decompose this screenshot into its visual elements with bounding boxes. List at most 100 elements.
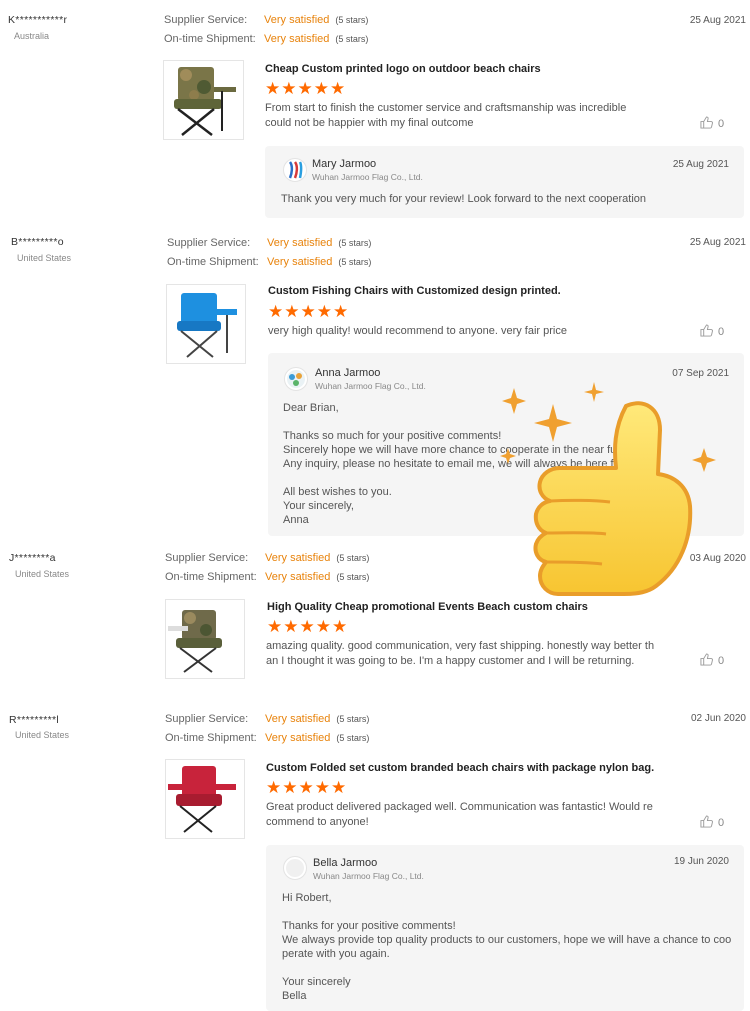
- rating-value: Very satisfied: [265, 732, 331, 744]
- camo-chair-image: [168, 610, 222, 673]
- reply-author: Mary Jarmoo: [312, 158, 377, 170]
- supplier-service-rating: Supplier Service: Very satisfied (5 stars): [165, 713, 369, 725]
- rating-stars-text: (5 stars): [335, 15, 369, 25]
- like-count: 0: [718, 118, 725, 130]
- product-title[interactable]: High Quality Cheap promotional Events Be…: [267, 601, 588, 613]
- flag-logo-icon: [288, 161, 303, 179]
- review-date: 25 Aug 2021: [689, 237, 746, 248]
- star-rating: ★★★★★: [268, 302, 350, 321]
- reply-date: 25 Aug 2021: [672, 159, 729, 170]
- blue-chair-image: [177, 293, 237, 358]
- red-chair-image: [168, 766, 236, 833]
- rating-value: Very satisfied: [265, 552, 331, 564]
- rating-stars-text: (5 stars): [336, 553, 370, 563]
- review-date: 25 Aug 2021: [689, 15, 746, 26]
- rating-value: Very satisfied: [264, 33, 330, 45]
- like-count: 0: [718, 817, 725, 829]
- rating-stars-text: (5 stars): [336, 572, 370, 582]
- reply-author: Bella Jarmoo: [313, 857, 378, 869]
- shipment-rating: On-time Shipment: Very satisfied (5 stars): [164, 33, 368, 45]
- rating-value: Very satisfied: [267, 237, 333, 249]
- reply-avatar: [283, 158, 307, 182]
- product-title[interactable]: Cheap Custom printed logo on outdoor bea…: [265, 63, 541, 75]
- reply-author: Anna Jarmoo: [315, 367, 381, 379]
- company-logo-icon: [287, 370, 305, 388]
- supplier-reply: Bella Jarmoo Wuhan Jarmoo Flag Co., Ltd.…: [266, 845, 744, 1011]
- supplier-service-rating: Supplier Service: Very satisfied (5 stars): [165, 552, 369, 564]
- like-count: 0: [718, 326, 725, 338]
- like-button[interactable]: 0: [700, 324, 724, 340]
- rating-value: Very satisfied: [265, 571, 331, 583]
- shipment-rating: On-time Shipment: Very satisfied (5 stars): [165, 732, 369, 744]
- reply-text: Dear Brian, Thanks so much for your posi…: [283, 402, 651, 526]
- review-comment: Great product delivered packaged well. C…: [266, 801, 653, 828]
- thumbs-up-icon: [700, 815, 713, 831]
- shipment-label: On-time Shipment:: [164, 33, 256, 45]
- rating-value: Very satisfied: [267, 256, 333, 268]
- reply-date: 07 Sep 2021: [672, 368, 729, 379]
- reply-avatar: [283, 856, 307, 880]
- supplier-service-label: Supplier Service:: [165, 552, 249, 564]
- product-title[interactable]: Custom Folded set custom branded beach c…: [266, 762, 654, 774]
- shipment-rating: On-time Shipment: Very satisfied (5 stars): [167, 256, 371, 268]
- review-comment: very high quality! would recommend to an…: [268, 325, 567, 337]
- star-rating: ★★★★★: [267, 617, 349, 636]
- supplier-service-label: Supplier Service:: [164, 14, 248, 26]
- shipment-label: On-time Shipment:: [165, 571, 257, 583]
- rating-stars-text: (5 stars): [338, 257, 372, 267]
- like-button[interactable]: 0: [700, 653, 724, 669]
- avatar-placeholder-icon: [286, 859, 304, 877]
- supplier-service-label: Supplier Service:: [167, 237, 251, 249]
- review-comment: From start to finish the customer servic…: [265, 102, 627, 129]
- like-count: 0: [718, 655, 725, 667]
- product-thumbnail[interactable]: [165, 759, 245, 839]
- supplier-reply: Mary Jarmoo Wuhan Jarmoo Flag Co., Ltd. …: [265, 146, 744, 218]
- reviewer-country: United States: [15, 569, 70, 579]
- reply-company: Wuhan Jarmoo Flag Co., Ltd.: [313, 871, 424, 881]
- product-title[interactable]: Custom Fishing Chairs with Customized de…: [268, 285, 561, 297]
- reviewer-country: United States: [15, 730, 70, 740]
- supplier-service-rating: Supplier Service: Very satisfied (5 stars): [164, 14, 368, 26]
- supplier-service-label: Supplier Service:: [165, 713, 249, 725]
- rating-stars-text: (5 stars): [336, 714, 370, 724]
- review-item: K***********r Australia Supplier Service…: [0, 0, 750, 225]
- reviewer-country: United States: [17, 253, 72, 263]
- review-item: B*********o United States Supplier Servi…: [0, 222, 750, 542]
- rating-stars-text: (5 stars): [336, 733, 370, 743]
- reviewer-name: R*********l: [9, 714, 59, 726]
- star-rating: ★★★★★: [266, 778, 348, 797]
- product-thumbnail[interactable]: [165, 599, 245, 679]
- camo-chair-image: [174, 67, 236, 136]
- reply-text: Thank you very much for your review! Loo…: [281, 193, 647, 205]
- review-item: R*********l United States Supplier Servi…: [0, 699, 750, 1011]
- reply-date: 19 Jun 2020: [673, 856, 729, 867]
- reviewer-country: Australia: [14, 31, 50, 41]
- review-date: 03 Aug 2020: [689, 553, 746, 564]
- shipment-label: On-time Shipment:: [167, 256, 259, 268]
- review-date: 02 Jun 2020: [690, 713, 746, 724]
- rating-value: Very satisfied: [264, 14, 330, 26]
- reply-text: Hi Robert, Thanks for your positive comm…: [282, 892, 732, 1002]
- shipment-rating: On-time Shipment: Very satisfied (5 stars): [165, 571, 369, 583]
- review-comment: amazing quality. good communication, ver…: [266, 640, 655, 667]
- star-rating: ★★★★★: [265, 79, 347, 98]
- review-item: J********a United States Supplier Servic…: [0, 537, 750, 697]
- reply-company: Wuhan Jarmoo Flag Co., Ltd.: [312, 172, 423, 182]
- thumbs-up-icon: [700, 116, 713, 132]
- like-button[interactable]: 0: [700, 116, 724, 132]
- reply-company: Wuhan Jarmoo Flag Co., Ltd.: [315, 381, 426, 391]
- rating-value: Very satisfied: [265, 713, 331, 725]
- product-thumbnail[interactable]: [166, 284, 246, 364]
- like-button[interactable]: 0: [700, 815, 724, 831]
- rating-stars-text: (5 stars): [338, 238, 372, 248]
- rating-stars-text: (5 stars): [335, 34, 369, 44]
- reviewer-name: B*********o: [11, 236, 64, 248]
- product-thumbnail[interactable]: [163, 60, 244, 140]
- reviewer-name: J********a: [9, 552, 56, 564]
- reviewer-name: K***********r: [8, 14, 68, 26]
- shipment-label: On-time Shipment:: [165, 732, 257, 744]
- supplier-service-rating: Supplier Service: Very satisfied (5 stars): [167, 237, 371, 249]
- thumbs-up-icon: [700, 324, 713, 340]
- thumbs-up-icon: [700, 653, 713, 669]
- reply-avatar: [284, 367, 308, 391]
